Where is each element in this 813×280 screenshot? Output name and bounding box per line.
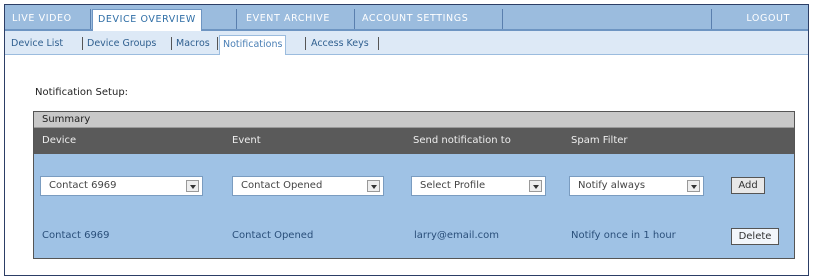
nav-divider bbox=[90, 9, 91, 29]
subnav-divider bbox=[82, 37, 83, 50]
top-nav: LIVE VIDEO DEVICE OVERVIEW EVENT ARCHIVE… bbox=[5, 5, 808, 31]
logout-link[interactable]: LOGOUT bbox=[746, 9, 790, 29]
event-select[interactable]: Contact Opened bbox=[232, 176, 384, 196]
sub-nav: Device List Device Groups Macros Notific… bbox=[5, 31, 808, 55]
section-title: Notification Setup: bbox=[35, 87, 129, 98]
column-header-event: Event bbox=[232, 135, 261, 146]
event-select-value: Contact Opened bbox=[241, 180, 323, 191]
spam-filter-select-value: Notify always bbox=[578, 180, 646, 191]
column-header-row: Device Event Send notification to Spam F… bbox=[34, 128, 794, 154]
nav-divider bbox=[354, 9, 355, 29]
subnav-divider bbox=[171, 37, 172, 50]
nav-divider bbox=[236, 9, 237, 29]
column-header-device: Device bbox=[42, 135, 77, 146]
chevron-down-icon bbox=[529, 180, 542, 192]
row-spam-filter: Notify once in 1 hour bbox=[571, 230, 676, 241]
tab-event-archive[interactable]: EVENT ARCHIVE bbox=[241, 9, 335, 29]
add-button[interactable]: Add bbox=[731, 177, 765, 194]
subnav-divider bbox=[378, 37, 379, 50]
panel-title: Summary bbox=[34, 112, 794, 128]
device-select-value: Contact 6969 bbox=[49, 180, 117, 191]
row-send-to: larry@email.com bbox=[414, 230, 499, 241]
delete-button[interactable]: Delete bbox=[731, 228, 779, 245]
tab-live-video[interactable]: LIVE VIDEO bbox=[7, 9, 77, 29]
tab-account-settings[interactable]: ACCOUNT SETTINGS bbox=[357, 9, 473, 29]
row-device: Contact 6969 bbox=[42, 230, 110, 241]
subnav-item-device-list[interactable]: Device List bbox=[8, 35, 66, 52]
subnav-divider bbox=[217, 37, 218, 50]
nav-divider bbox=[711, 9, 712, 29]
column-header-send-to: Send notification to bbox=[413, 135, 511, 146]
send-to-select-value: Select Profile bbox=[420, 180, 486, 191]
subnav-divider bbox=[305, 37, 306, 50]
tab-device-overview[interactable]: DEVICE OVERVIEW bbox=[92, 9, 202, 31]
spam-filter-select[interactable]: Notify always bbox=[569, 176, 704, 196]
chevron-down-icon bbox=[367, 180, 380, 192]
send-to-select[interactable]: Select Profile bbox=[411, 176, 546, 196]
subnav-item-macros[interactable]: Macros bbox=[173, 35, 213, 52]
nav-divider bbox=[502, 9, 503, 29]
app-frame: LIVE VIDEO DEVICE OVERVIEW EVENT ARCHIVE… bbox=[4, 4, 809, 276]
chevron-down-icon bbox=[186, 180, 199, 192]
row-event: Contact Opened bbox=[232, 230, 314, 241]
subnav-item-device-groups[interactable]: Device Groups bbox=[84, 35, 159, 52]
subnav-item-access-keys[interactable]: Access Keys bbox=[308, 35, 372, 52]
notification-panel: Summary Device Event Send notification t… bbox=[33, 111, 795, 259]
chevron-down-icon bbox=[687, 180, 700, 192]
subnav-item-notifications[interactable]: Notifications bbox=[219, 35, 287, 55]
device-select[interactable]: Contact 6969 bbox=[40, 176, 203, 196]
column-header-spam-filter: Spam Filter bbox=[571, 135, 628, 146]
